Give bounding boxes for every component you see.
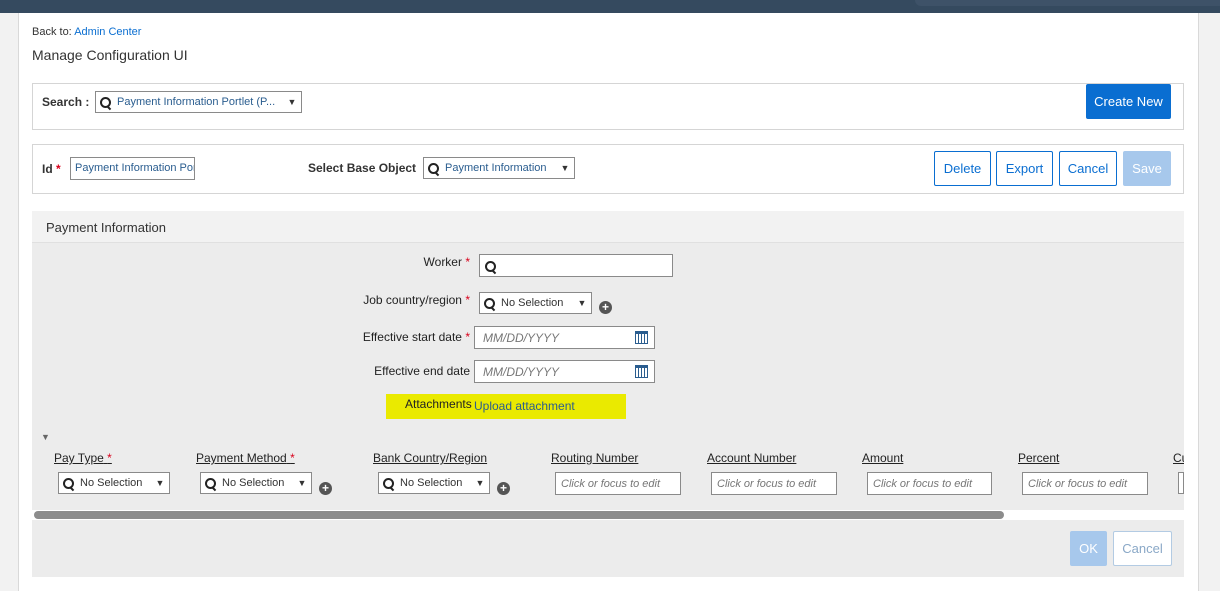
footer-cancel-button[interactable]: Cancel: [1113, 531, 1172, 566]
search-label: Search :: [42, 95, 90, 109]
end-date-label: Effective end date: [374, 364, 470, 378]
collapse-icon[interactable]: ▼: [41, 432, 50, 442]
search-icon: [205, 477, 216, 489]
job-country-value: No Selection: [501, 297, 564, 309]
search-icon: [100, 96, 111, 108]
percent-input[interactable]: Click or focus to edit: [1022, 472, 1148, 495]
calendar-icon[interactable]: [635, 331, 648, 344]
start-date-placeholder: MM/DD/YYYY: [483, 330, 560, 345]
payment-method-select[interactable]: No Selection ▼: [200, 472, 312, 494]
cancel-button[interactable]: Cancel: [1059, 151, 1117, 186]
delete-button[interactable]: Delete: [934, 151, 991, 186]
search-icon: [484, 297, 495, 309]
add-icon[interactable]: +: [599, 301, 612, 314]
base-object-value: Payment Information: [445, 162, 547, 174]
worker-label: Worker *: [423, 255, 470, 269]
search-select[interactable]: Payment Information Portlet (P... ▼: [95, 91, 302, 113]
chevron-down-icon: ▼: [475, 478, 485, 488]
breadcrumb-prefix: Back to:: [32, 26, 72, 38]
section-title: Payment Information: [46, 220, 166, 235]
payment-method-value: No Selection: [222, 477, 285, 489]
column-header-bank-country[interactable]: Bank Country/Region: [373, 451, 487, 465]
shell-header-bar: [0, 0, 1220, 13]
end-date-input[interactable]: MM/DD/YYYY: [474, 360, 655, 383]
base-object-label: Select Base Object: [308, 161, 417, 175]
bank-country-select[interactable]: No Selection ▼: [378, 472, 490, 494]
column-header-pay-type[interactable]: Pay Type *: [54, 451, 112, 465]
shell-header-tab: [915, 0, 1220, 6]
scrollbar-thumb[interactable]: [34, 511, 1004, 519]
pay-type-select[interactable]: No Selection ▼: [58, 472, 170, 494]
admin-center-link[interactable]: Admin Center: [74, 26, 141, 38]
account-number-input[interactable]: Click or focus to edit: [711, 472, 837, 495]
breadcrumb: Back to: Admin Center: [32, 26, 141, 38]
id-input[interactable]: Payment Information Portlet: [70, 157, 195, 180]
worker-input[interactable]: [479, 254, 673, 277]
add-icon[interactable]: +: [497, 482, 510, 495]
chevron-down-icon: ▼: [560, 163, 570, 173]
pay-type-value: No Selection: [80, 477, 143, 489]
chevron-down-icon: ▼: [155, 478, 165, 488]
add-icon[interactable]: +: [319, 482, 332, 495]
column-header-currency[interactable]: Cu: [1173, 451, 1184, 465]
save-button[interactable]: Save: [1123, 151, 1171, 186]
page-title: Manage Configuration UI: [32, 47, 188, 63]
search-value: Payment Information Portlet (P...: [117, 96, 276, 108]
column-header-account-number[interactable]: Account Number: [707, 451, 796, 465]
routing-number-input[interactable]: Click or focus to edit: [555, 472, 681, 495]
attachments-label: Attachments: [405, 397, 472, 411]
bank-country-value: No Selection: [400, 477, 463, 489]
job-country-label: Job country/region *: [363, 293, 470, 307]
amount-input[interactable]: Click or focus to edit: [867, 472, 992, 495]
column-header-percent[interactable]: Percent: [1018, 451, 1059, 465]
search-icon: [485, 261, 496, 272]
column-header-payment-method[interactable]: Payment Method *: [196, 451, 295, 465]
column-header-routing-number[interactable]: Routing Number: [551, 451, 638, 465]
id-label: Id *: [42, 162, 61, 176]
search-icon: [383, 477, 394, 489]
base-object-select[interactable]: Payment Information ▼: [423, 157, 575, 179]
export-button[interactable]: Export: [996, 151, 1053, 186]
end-date-placeholder: MM/DD/YYYY: [483, 364, 560, 379]
upload-attachment-link[interactable]: Upload attachment: [474, 399, 575, 413]
calendar-icon[interactable]: [635, 365, 648, 378]
section-header: Payment Information: [32, 211, 1184, 243]
currency-select[interactable]: [1178, 472, 1184, 494]
search-icon: [428, 162, 439, 174]
chevron-down-icon: ▼: [577, 298, 587, 308]
start-date-label: Effective start date *: [362, 330, 470, 344]
search-icon: [63, 477, 74, 489]
create-new-button[interactable]: Create New: [1086, 84, 1171, 119]
chevron-down-icon: ▼: [287, 97, 297, 107]
start-date-input[interactable]: MM/DD/YYYY: [474, 326, 655, 349]
chevron-down-icon: ▼: [297, 478, 307, 488]
ok-button[interactable]: OK: [1070, 531, 1107, 566]
column-header-amount[interactable]: Amount: [862, 451, 903, 465]
job-country-select[interactable]: No Selection ▼: [479, 292, 592, 314]
